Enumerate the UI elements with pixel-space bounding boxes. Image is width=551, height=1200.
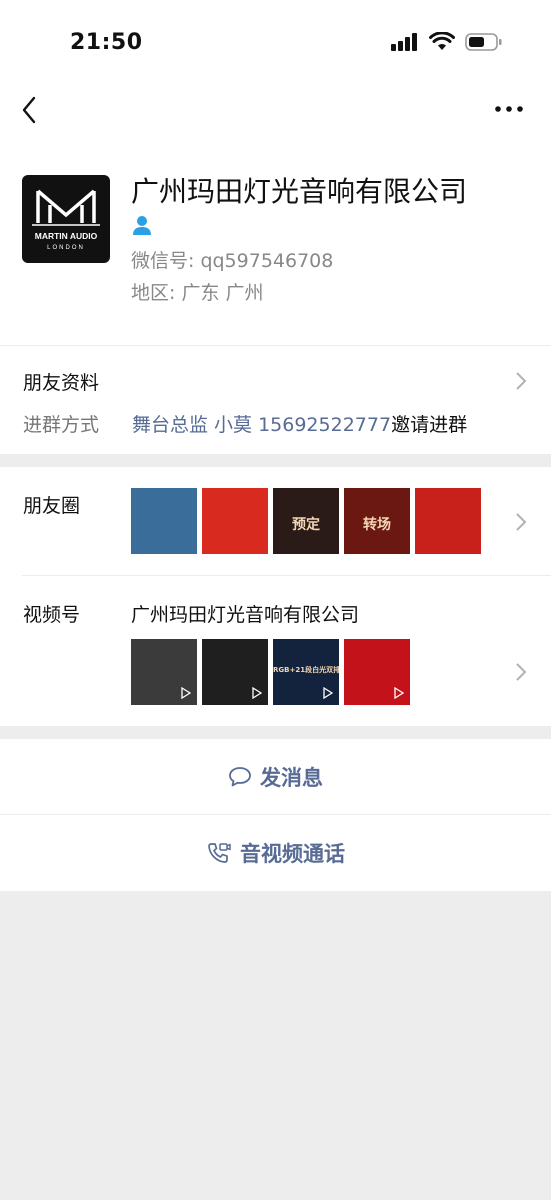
av-call-button[interactable]: 音视频通话	[0, 815, 551, 891]
actions-section: 发消息 音视频通话	[0, 739, 551, 891]
join-suffix: 邀请进群	[391, 414, 468, 436]
channel-thumb-3[interactable]: RGB+21段白光双排光	[273, 639, 339, 705]
wechat-id: 微信号: qq597546708	[131, 250, 334, 272]
thumb-caption: RGB+21段白光双排光	[273, 666, 339, 674]
moment-thumb-2[interactable]	[202, 488, 268, 554]
channel-thumb-1[interactable]	[131, 639, 197, 705]
channel-thumb-2[interactable]	[202, 639, 268, 705]
avatar-sub-text: LONDON	[47, 245, 85, 251]
back-arrow-icon[interactable]	[18, 92, 50, 128]
friend-info-title: 朋友资料	[23, 372, 100, 394]
channel-thumbs[interactable]: RGB+21段白光双排光	[131, 639, 410, 705]
signal-icon	[391, 33, 417, 51]
play-icon	[252, 687, 262, 699]
phone-video-icon	[208, 843, 231, 863]
channel-name: 广州玛田灯光音响有限公司	[131, 604, 360, 626]
contact-name: 广州玛田灯光音响有限公司	[131, 175, 468, 208]
moments-label: 朋友圈	[23, 495, 81, 517]
nav-bar	[0, 88, 551, 132]
play-icon	[394, 687, 404, 699]
moment-thumb-3[interactable]: 预定	[273, 488, 339, 554]
moments-channels-section: 朋友圈 预定 转场 视频号 广州玛田灯光音响有限公司 RGB+21段白光双排光	[0, 467, 551, 726]
person-icon	[133, 216, 151, 235]
battery-icon	[465, 33, 502, 51]
avatar-brand-text: MARTIN AUDIO	[35, 231, 98, 241]
moment-thumb-5[interactable]	[415, 488, 481, 554]
divider	[22, 575, 551, 576]
friend-info-section[interactable]: 朋友资料 进群方式 舞台总监 小莫 15692522777邀请进群	[0, 346, 551, 454]
moment-thumb-1[interactable]	[131, 488, 197, 554]
channel-thumb-4[interactable]	[344, 639, 410, 705]
join-method-value: 舞台总监 小莫 15692522777邀请进群	[132, 410, 467, 437]
status-bar: 21:50	[0, 0, 551, 88]
profile-card: MARTIN AUDIO LONDON 广州玛田灯光音响有限公司 微信号: qq…	[0, 132, 551, 345]
chevron-right-icon	[516, 663, 527, 681]
play-icon	[181, 687, 191, 699]
chat-bubble-icon	[229, 767, 251, 787]
play-icon	[323, 687, 333, 699]
region: 地区: 广东 广州	[131, 282, 264, 304]
wifi-icon	[429, 32, 455, 50]
send-message-label: 发消息	[260, 766, 323, 790]
thumb-caption: 预定	[292, 517, 320, 533]
moment-thumb-4[interactable]: 转场	[344, 488, 410, 554]
status-icons	[391, 32, 503, 52]
avatar[interactable]: MARTIN AUDIO LONDON	[22, 175, 110, 263]
send-message-button[interactable]: 发消息	[0, 739, 551, 815]
martin-audio-logo: MARTIN AUDIO LONDON	[32, 189, 100, 251]
status-time: 21:50	[70, 30, 143, 55]
chevron-right-icon	[516, 513, 527, 531]
more-icon[interactable]	[489, 94, 529, 124]
chevron-right-icon	[516, 372, 527, 390]
join-method-label: 进群方式	[23, 414, 100, 436]
thumb-caption: 转场	[363, 517, 391, 533]
moments-thumbs[interactable]: 预定 转场	[131, 488, 481, 554]
av-call-label: 音视频通话	[240, 842, 345, 866]
inviter-link[interactable]: 舞台总监 小莫 15692522777	[132, 414, 391, 436]
channels-label: 视频号	[23, 604, 81, 626]
